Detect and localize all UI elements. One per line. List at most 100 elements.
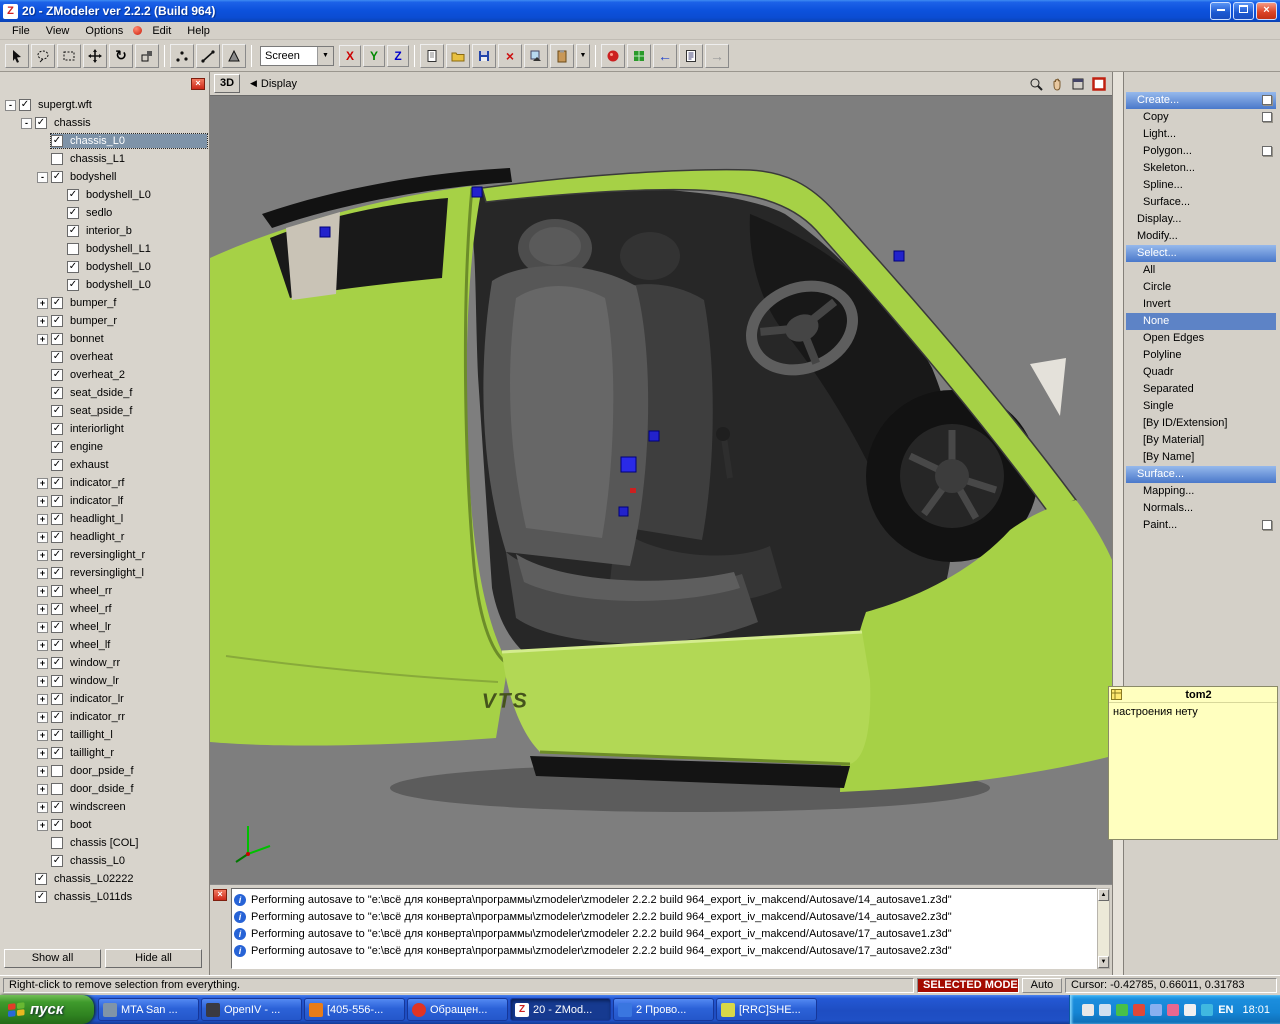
expand-toggle-icon[interactable]: + [37, 586, 48, 597]
visibility-checkbox[interactable]: ✓ [67, 189, 79, 201]
tree-item[interactable]: ✓seat_dside_f [2, 384, 207, 402]
show-all-button[interactable]: Show all [4, 949, 101, 968]
selection-marker[interactable] [320, 227, 330, 237]
visibility-checkbox[interactable]: ✓ [51, 315, 63, 327]
tree-item-label[interactable]: taillight_r [67, 746, 117, 760]
panel-item-mapping[interactable]: Mapping... [1126, 483, 1276, 500]
tree-item[interactable]: +✓wheel_rr [2, 582, 207, 600]
expand-toggle-icon[interactable]: + [37, 604, 48, 615]
visibility-checkbox[interactable]: ✓ [51, 405, 63, 417]
tree-item-label[interactable]: indicator_rf [67, 476, 127, 490]
visibility-checkbox[interactable]: ✓ [51, 855, 63, 867]
visibility-checkbox[interactable]: ✓ [51, 639, 63, 651]
visibility-checkbox[interactable]: ✓ [51, 513, 63, 525]
tree-item[interactable]: +✓wheel_lf [2, 636, 207, 654]
close-button[interactable]: × [1256, 2, 1277, 20]
tree-item[interactable]: -✓supergt.wft [2, 96, 207, 114]
tree-item[interactable]: +✓boot [2, 816, 207, 834]
expand-toggle-icon[interactable]: + [37, 478, 48, 489]
tree-item-label[interactable]: seat_dside_f [67, 386, 135, 400]
tree-item[interactable]: chassis [COL] [2, 834, 207, 852]
menu-options[interactable]: Options [77, 24, 131, 38]
menu-file[interactable]: File [4, 24, 38, 38]
visibility-checkbox[interactable]: ✓ [51, 747, 63, 759]
tree-item[interactable]: +✓taillight_l [2, 726, 207, 744]
panel-item-normals[interactable]: Normals... [1126, 500, 1276, 517]
panel-item-select[interactable]: Select... [1126, 245, 1276, 262]
tree-item-label[interactable]: windscreen [67, 800, 129, 814]
tree-item-label[interactable]: indicator_lr [67, 692, 127, 706]
tree-item-label[interactable]: boot [67, 818, 94, 832]
tree-close-icon[interactable]: × [191, 78, 205, 90]
tree-item[interactable]: ✓exhaust [2, 456, 207, 474]
tree-item[interactable]: +✓wheel_rf [2, 600, 207, 618]
visibility-checkbox[interactable]: ✓ [51, 603, 63, 615]
tree-item-label[interactable]: interior_b [83, 224, 135, 238]
tree-item-label[interactable]: engine [67, 440, 106, 454]
visibility-checkbox[interactable]: ✓ [67, 261, 79, 273]
visibility-checkbox[interactable]: ✓ [51, 351, 63, 363]
download-icon[interactable] [1133, 1004, 1145, 1016]
tree-item-label[interactable]: bonnet [67, 332, 107, 346]
tree-item-label[interactable]: door_dside_f [67, 782, 137, 796]
tree-item-label[interactable]: chassis_L0 [67, 134, 128, 148]
tree-item-label[interactable]: bodyshell_L1 [83, 242, 154, 256]
taskbar-button[interactable]: Обращен... [407, 998, 508, 1021]
visibility-checkbox[interactable]: ✓ [67, 279, 79, 291]
menu-view[interactable]: View [38, 24, 78, 38]
export-dropdown-icon[interactable]: ▼ [576, 44, 590, 68]
expand-toggle-icon[interactable]: + [37, 532, 48, 543]
panel-item-quadr[interactable]: Quadr [1126, 364, 1276, 381]
tree-item[interactable]: +✓indicator_rr [2, 708, 207, 726]
network-icon[interactable] [1184, 1004, 1196, 1016]
import-dropdown-icon[interactable] [524, 44, 548, 68]
visibility-checkbox[interactable]: ✓ [67, 207, 79, 219]
taskbar-button[interactable]: [405-556-... [304, 998, 405, 1021]
visibility-checkbox[interactable]: ✓ [51, 369, 63, 381]
taskbar-button[interactable]: [RRC]SHE... [716, 998, 817, 1021]
tree-item[interactable]: ✓chassis_L0 [2, 132, 207, 150]
combobox-dropdown-icon[interactable]: ▼ [317, 47, 333, 65]
log-close-icon[interactable]: × [213, 889, 227, 901]
maximize-viewport-icon[interactable] [1069, 75, 1087, 93]
tree-item[interactable]: ✓chassis_L011ds [2, 888, 207, 906]
panel-item-spline[interactable]: Spline... [1126, 177, 1276, 194]
visibility-checkbox[interactable]: ✓ [51, 423, 63, 435]
tree-item[interactable]: ✓engine [2, 438, 207, 456]
expand-toggle-icon[interactable]: + [37, 640, 48, 651]
expand-toggle-icon[interactable]: + [37, 802, 48, 813]
panel-item-separated[interactable]: Separated [1126, 381, 1276, 398]
panel-item-create[interactable]: Create... [1126, 92, 1276, 109]
expand-toggle-icon[interactable]: + [37, 298, 48, 309]
tree-item[interactable]: ✓interior_b [2, 222, 207, 240]
minimize-button[interactable] [1210, 2, 1231, 20]
rotate-tool-icon[interactable]: ↻ [109, 44, 133, 68]
visibility-checkbox[interactable] [51, 783, 63, 795]
tree-item[interactable]: +✓reversinglight_r [2, 546, 207, 564]
panel-item-all[interactable]: All [1126, 262, 1276, 279]
maximize-button[interactable] [1233, 2, 1254, 20]
tree-item[interactable]: bodyshell_L1 [2, 240, 207, 258]
selection-marker[interactable] [472, 187, 482, 197]
material-editor-icon[interactable] [627, 44, 651, 68]
tree-item[interactable]: ✓seat_pside_f [2, 402, 207, 420]
tree-item-label[interactable]: bumper_f [67, 296, 119, 310]
tree-item[interactable]: ✓overheat [2, 348, 207, 366]
note-popup[interactable]: tom2 настроения нету [1108, 686, 1278, 840]
tree-item[interactable]: +door_pside_f [2, 762, 207, 780]
panel-item-by-name[interactable]: [By Name] [1126, 449, 1276, 466]
collapse-toggle-icon[interactable]: - [5, 100, 16, 111]
scale-tool-icon[interactable] [135, 44, 159, 68]
visibility-checkbox[interactable]: ✓ [51, 729, 63, 741]
viewport-canvas[interactable]: VTS [210, 96, 1112, 884]
new-file-icon[interactable] [420, 44, 444, 68]
undo-icon[interactable]: ← [653, 44, 677, 68]
tree-item[interactable]: +✓taillight_r [2, 744, 207, 762]
tree-item-label[interactable]: indicator_rr [67, 710, 128, 724]
visibility-checkbox[interactable]: ✓ [19, 99, 31, 111]
tree-item-label[interactable]: reversinglight_l [67, 566, 147, 580]
axis-z-button[interactable]: Z [387, 45, 409, 67]
visibility-checkbox[interactable]: ✓ [51, 477, 63, 489]
panel-item-circle[interactable]: Circle [1126, 279, 1276, 296]
panel-item-surface[interactable]: Surface... [1126, 466, 1276, 483]
